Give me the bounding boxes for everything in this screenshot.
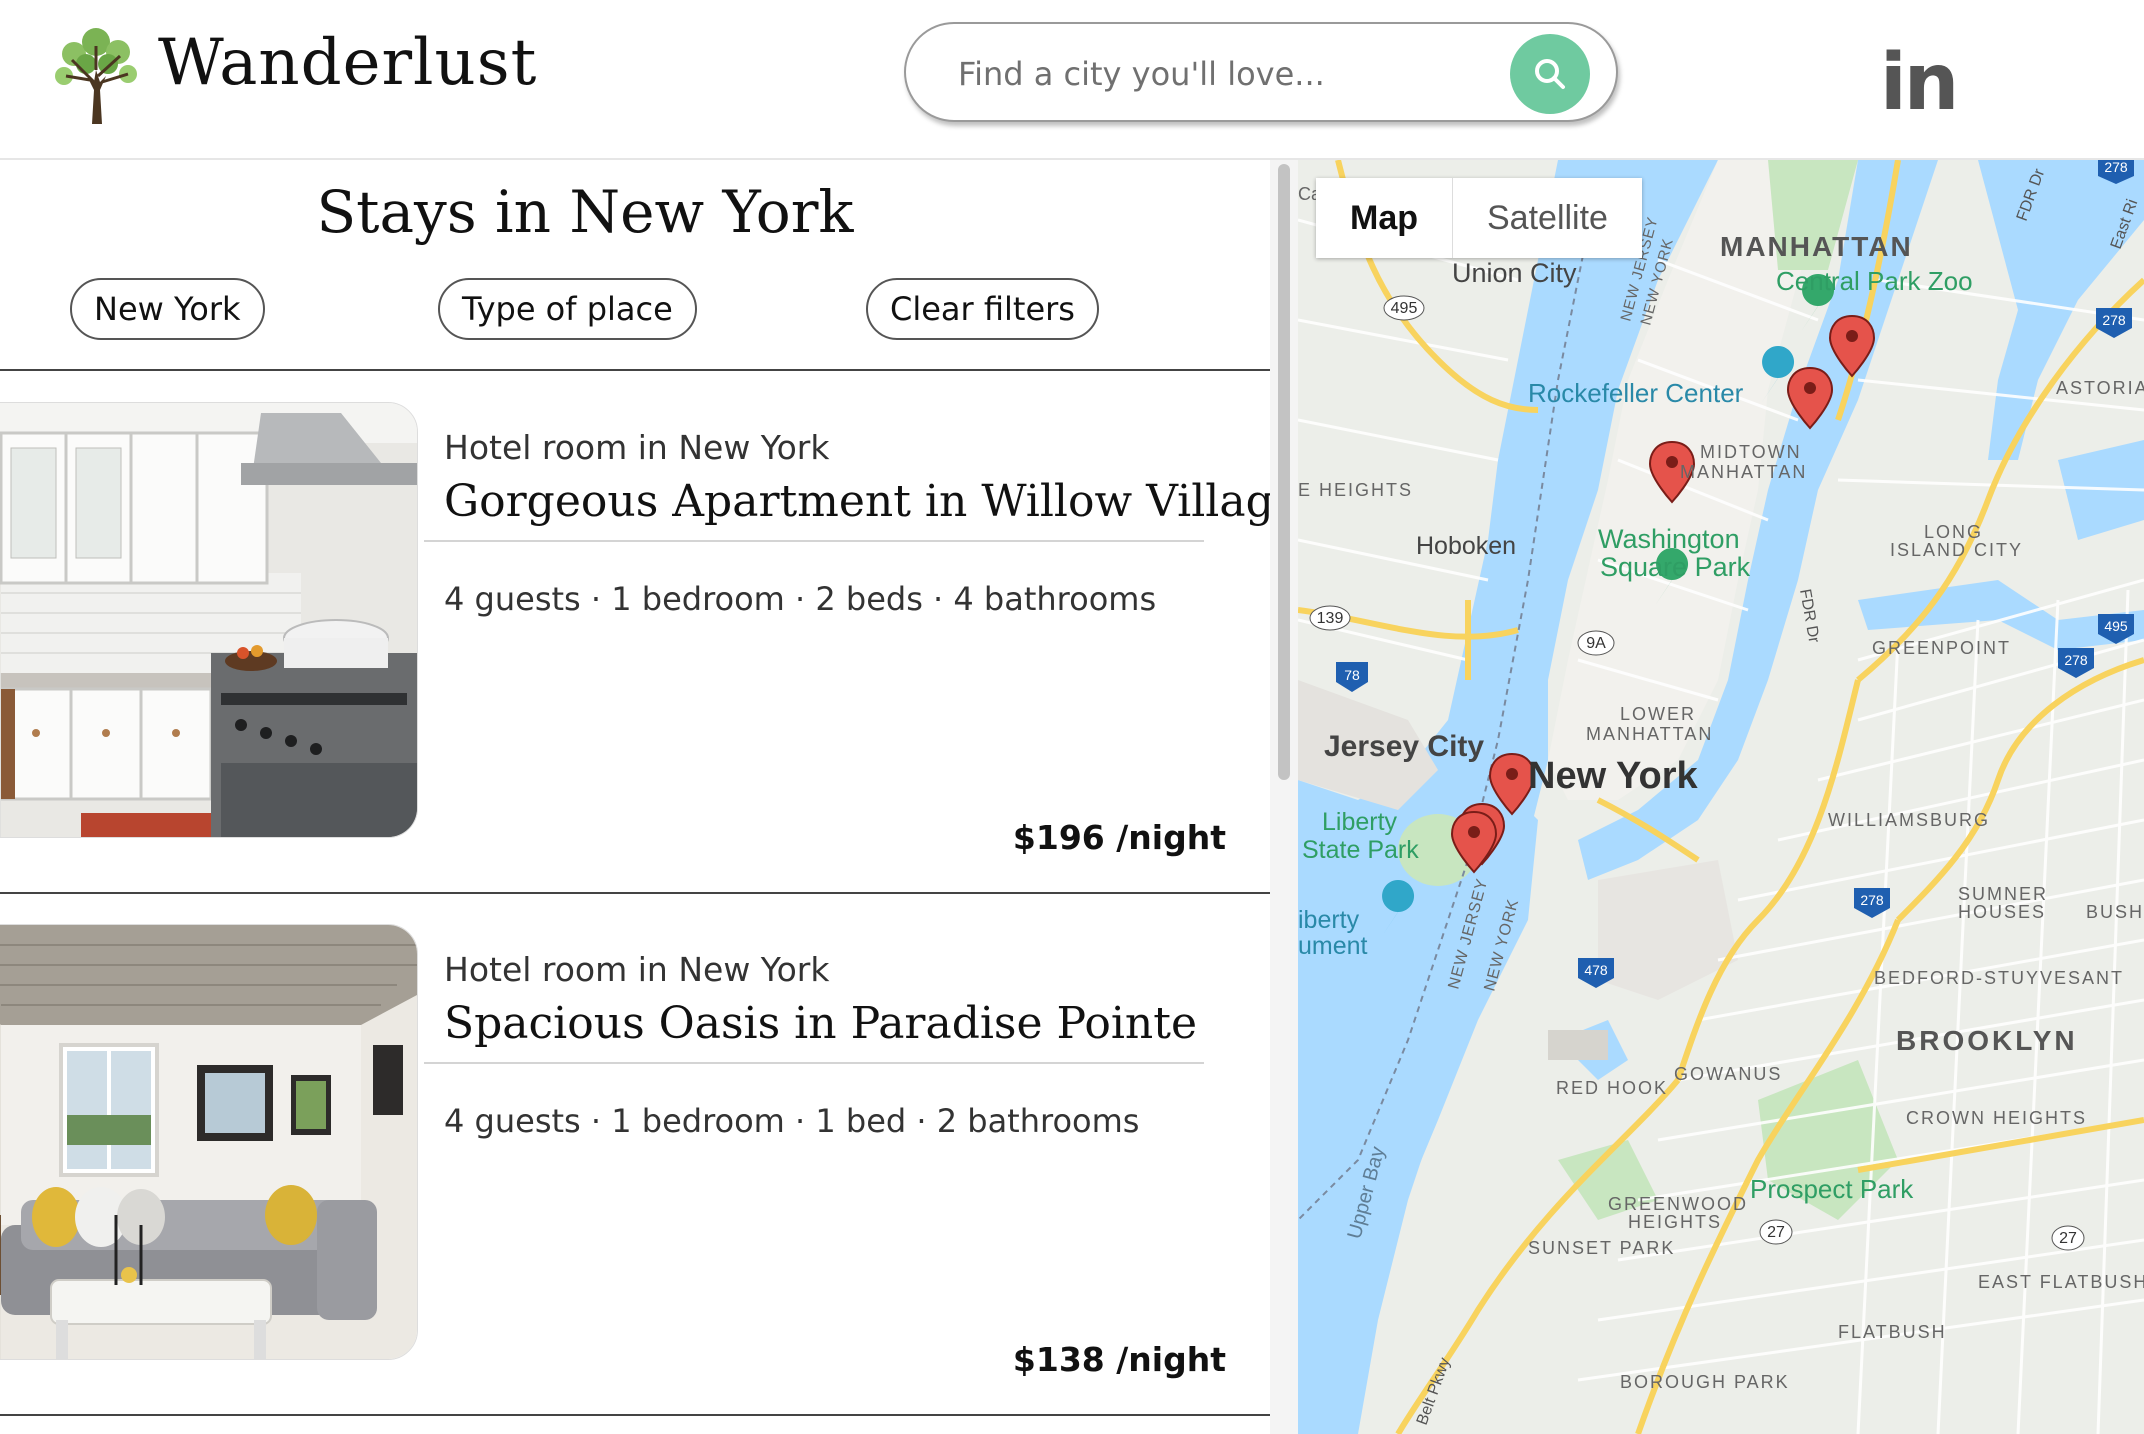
svg-text:ISLAND CITY: ISLAND CITY [1890, 540, 2023, 560]
svg-text:WILLIAMSBURG: WILLIAMSBURG [1828, 810, 1990, 830]
linkedin-icon[interactable]: in [1880, 38, 1959, 128]
svg-text:BEDFORD-STUYVESANT: BEDFORD-STUYVESANT [1874, 968, 2124, 988]
svg-text:BOROUGH PARK: BOROUGH PARK [1620, 1372, 1790, 1392]
listing-card[interactable]: Hotel room in New York Spacious Oasis in… [0, 924, 1270, 1434]
listing-title[interactable]: Gorgeous Apartment in Willow Village [444, 476, 1270, 527]
svg-text:Rockefeller Center: Rockefeller Center [1528, 378, 1744, 408]
svg-text:MIDTOWN: MIDTOWN [1700, 442, 1802, 462]
svg-text:27: 27 [2059, 1230, 2077, 1247]
filter-location-button[interactable]: New York [70, 278, 265, 340]
listing-details: 4 guests · 1 bedroom · 2 beds · 4 bathro… [444, 580, 1157, 618]
clear-filters-button[interactable]: Clear filters [866, 278, 1099, 340]
divider [0, 892, 1270, 894]
svg-text:LOWER: LOWER [1620, 704, 1696, 724]
map-type-map-button[interactable]: Map [1316, 178, 1453, 258]
svg-text:RED HOOK: RED HOOK [1556, 1078, 1668, 1098]
map-view[interactable]: 495 139 9A 78 278 278 495 278 278 478 27… [1298, 160, 2144, 1434]
svg-text:Jersey City: Jersey City [1324, 730, 1484, 763]
listing-price: $196 /night [1012, 818, 1226, 857]
listing-title[interactable]: Spacious Oasis in Paradise Pointe [444, 998, 1197, 1049]
divider [0, 1414, 1270, 1416]
top-navbar: Wanderlust in [0, 0, 2144, 160]
svg-text:139: 139 [1317, 610, 1344, 627]
listing-type: Hotel room in New York [444, 950, 830, 989]
svg-text:9A: 9A [1586, 635, 1606, 652]
svg-text:Liberty: Liberty [1322, 808, 1398, 836]
divider [0, 369, 1270, 371]
svg-text:78: 78 [1344, 667, 1360, 683]
map-type-satellite-button[interactable]: Satellite [1453, 178, 1642, 258]
listing-photo-living-room[interactable] [0, 924, 418, 1360]
svg-text:BROOKLYN: BROOKLYN [1896, 1025, 2078, 1056]
listing-details: 4 guests · 1 bedroom · 1 bed · 2 bathroo… [444, 1102, 1140, 1140]
filter-type-of-place-button[interactable]: Type of place [438, 278, 697, 340]
svg-text:SUMNER: SUMNER [1958, 884, 2048, 904]
svg-text:ument: ument [1298, 932, 1368, 960]
svg-text:SUNSET PARK: SUNSET PARK [1528, 1238, 1675, 1258]
listing-photo-kitchen[interactable] [0, 402, 418, 838]
svg-text:ASTORIA: ASTORIA [2056, 378, 2144, 398]
svg-text:278: 278 [2104, 160, 2128, 175]
listing-type: Hotel room in New York [444, 428, 830, 467]
svg-text:Square Park: Square Park [1600, 552, 1751, 582]
svg-text:E HEIGHTS: E HEIGHTS [1298, 480, 1413, 500]
svg-text:Washington: Washington [1598, 524, 1740, 554]
svg-text:BUSH: BUSH [2086, 902, 2144, 922]
svg-text:GREENWOOD: GREENWOOD [1608, 1194, 1748, 1214]
svg-text:278: 278 [2064, 652, 2088, 668]
svg-text:GREENPOINT: GREENPOINT [1872, 638, 2011, 658]
brand-name[interactable]: Wanderlust [158, 26, 537, 100]
listing-divider [424, 540, 1204, 542]
svg-text:New York: New York [1528, 755, 1699, 797]
svg-text:MANHATTAN: MANHATTAN [1586, 724, 1713, 744]
svg-text:HEIGHTS: HEIGHTS [1628, 1212, 1722, 1232]
search-icon [1535, 59, 1565, 89]
scrollbar-thumb[interactable] [1278, 164, 1290, 780]
svg-text:Hoboken: Hoboken [1416, 532, 1516, 560]
svg-text:HOUSES: HOUSES [1958, 902, 2046, 922]
svg-text:Prospect Park: Prospect Park [1750, 1174, 1914, 1204]
listings-panel: Stays in New York New York Type of place… [0, 160, 1270, 1434]
listing-card[interactable]: Hotel room in New York Gorgeous Apartmen… [0, 402, 1270, 924]
svg-text:495: 495 [2104, 618, 2128, 634]
map-canvas[interactable]: 495 139 9A 78 278 278 495 278 278 478 27… [1298, 160, 2144, 1434]
svg-text:278: 278 [2102, 312, 2126, 328]
listing-price: $138 /night [1012, 1340, 1226, 1379]
page-title: Stays in New York [316, 178, 854, 246]
svg-text:GOWANUS: GOWANUS [1674, 1064, 1782, 1084]
svg-text:iberty: iberty [1298, 906, 1360, 934]
svg-text:478: 478 [1584, 962, 1608, 978]
map-type-control: Map Satellite [1316, 178, 1642, 258]
svg-text:MANHATTAN: MANHATTAN [1680, 462, 1807, 482]
svg-text:MANHATTAN: MANHATTAN [1720, 231, 1913, 262]
tree-logo-icon[interactable] [44, 20, 148, 124]
city-search-input[interactable] [956, 46, 1480, 102]
svg-text:278: 278 [1860, 892, 1884, 908]
svg-text:Central Park Zoo: Central Park Zoo [1776, 266, 1973, 296]
listings-scrollbar[interactable] [1270, 160, 1298, 1434]
svg-text:FLATBUSH: FLATBUSH [1838, 1322, 1947, 1342]
svg-text:495: 495 [1391, 300, 1418, 317]
city-search-bar [904, 22, 1618, 122]
svg-text:LONG: LONG [1924, 522, 1983, 542]
svg-text:EAST FLATBUSH: EAST FLATBUSH [1978, 1272, 2144, 1292]
svg-text:Union City: Union City [1452, 258, 1577, 288]
listing-divider [424, 1062, 1204, 1064]
search-button[interactable] [1510, 34, 1590, 114]
svg-text:27: 27 [1767, 1224, 1785, 1241]
svg-text:CROWN HEIGHTS: CROWN HEIGHTS [1906, 1108, 2087, 1128]
svg-text:State Park: State Park [1302, 836, 1419, 864]
